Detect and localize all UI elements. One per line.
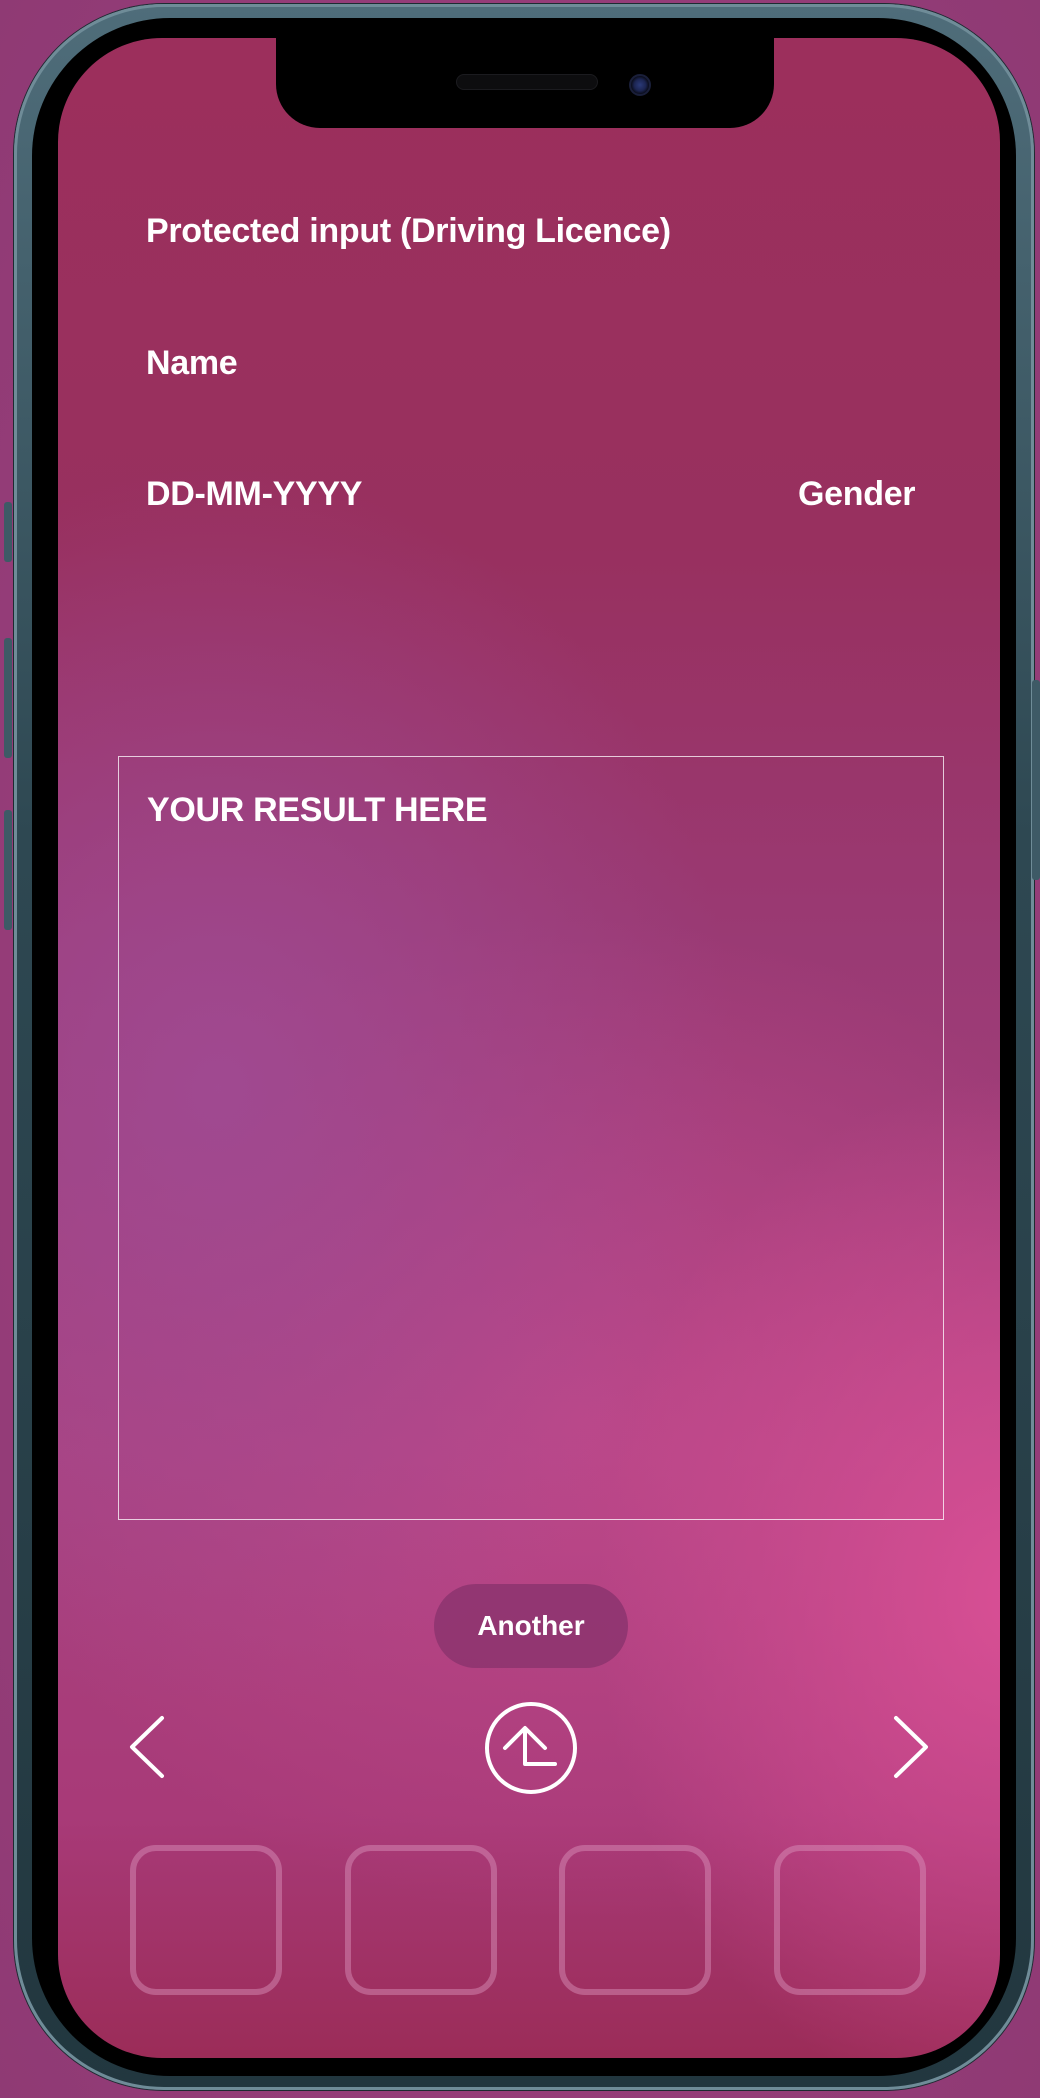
chevron-right-icon[interactable] — [888, 1712, 934, 1782]
speaker-grille — [456, 74, 598, 90]
chevron-left-icon[interactable] — [124, 1712, 170, 1782]
thumbnail-slot-4[interactable] — [774, 1845, 926, 1995]
side-button-power — [1032, 680, 1040, 880]
date-of-birth-field[interactable]: DD-MM-YYYY — [146, 475, 362, 514]
side-button-volume-down — [4, 810, 12, 930]
name-field[interactable]: Name — [146, 344, 238, 383]
upload-arrow-icon[interactable] — [483, 1700, 579, 1796]
front-camera — [629, 74, 651, 96]
side-button-silent — [4, 502, 12, 562]
result-placeholder: YOUR RESULT HERE — [147, 791, 488, 829]
thumbnail-slot-3[interactable] — [559, 1845, 711, 1995]
page: Protected input (Driving Licence) Name D… — [0, 0, 1040, 2098]
thumbnail-slot-2[interactable] — [345, 1845, 497, 1995]
thumbnail-slot-1[interactable] — [130, 1845, 282, 1995]
result-box: YOUR RESULT HERE — [118, 756, 944, 1520]
side-button-volume-up — [4, 638, 12, 758]
another-button[interactable]: Another — [434, 1584, 628, 1668]
form-title: Protected input (Driving Licence) — [146, 212, 671, 250]
gender-field[interactable]: Gender — [798, 475, 916, 514]
